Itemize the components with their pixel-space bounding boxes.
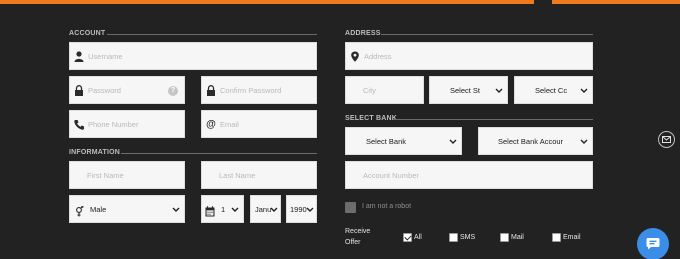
username-field[interactable]	[69, 42, 317, 70]
chevron-down-icon	[270, 207, 278, 212]
chevron-down-icon	[580, 139, 588, 144]
address-heading-rule	[381, 34, 593, 35]
state-select[interactable]: Select St	[429, 76, 508, 104]
bank-section-heading: SELECT BANK	[345, 115, 593, 122]
chat-button[interactable]	[637, 228, 669, 259]
day-value: 1	[221, 205, 226, 214]
receive-offer-label: Receive Offer	[345, 226, 370, 248]
username-input[interactable]	[70, 43, 316, 69]
gender-select[interactable]: Male	[69, 195, 185, 223]
offer-all-label: All	[414, 234, 422, 241]
information-section-heading: INFORMATION	[69, 149, 317, 156]
chevron-down-icon	[495, 88, 503, 93]
city-input[interactable]	[346, 77, 423, 103]
information-heading-rule	[121, 153, 317, 154]
password-input[interactable]	[70, 77, 184, 103]
first-name-input[interactable]	[70, 162, 184, 188]
top-bar-notch	[534, 0, 552, 4]
chevron-down-icon	[306, 207, 314, 212]
offer-sms-label: SMS	[460, 234, 476, 241]
chevron-down-icon	[449, 139, 457, 144]
chevron-down-icon	[580, 88, 588, 93]
offer-email-label: Email	[563, 234, 581, 241]
confirm-password-field[interactable]	[201, 76, 317, 104]
phone-input[interactable]	[70, 111, 184, 137]
information-heading-text: INFORMATION	[69, 149, 121, 156]
password-field[interactable]: ?	[69, 76, 185, 104]
address-section-heading: ADDRESS	[345, 30, 593, 37]
bank-heading-rule	[393, 119, 593, 120]
captcha-checkbox[interactable]	[345, 202, 356, 213]
email-input[interactable]	[202, 111, 316, 137]
month-select[interactable]: Janu	[250, 195, 281, 223]
first-name-field[interactable]	[69, 161, 185, 189]
account-heading-rule	[107, 34, 317, 35]
offer-email-checkbox[interactable]	[552, 233, 561, 242]
year-select[interactable]: 1990	[286, 195, 317, 223]
phone-field[interactable]	[69, 110, 185, 138]
bank-value: Select Bank	[366, 137, 407, 146]
country-select[interactable]: Select Cc	[514, 76, 593, 104]
country-value: Select Cc	[535, 86, 568, 95]
account-number-field[interactable]	[345, 161, 593, 189]
confirm-password-input[interactable]	[202, 77, 316, 103]
password-help-icon[interactable]: ?	[168, 86, 178, 96]
chat-icon	[646, 238, 660, 250]
address-field[interactable]	[345, 42, 593, 70]
receive-offer-label-line2: Offer	[345, 239, 361, 246]
chevron-down-icon	[172, 207, 180, 212]
account-heading-text: ACCOUNT	[69, 30, 106, 37]
city-field[interactable]	[345, 76, 424, 104]
gender-icon	[74, 204, 84, 217]
offer-all-checkbox[interactable]	[403, 233, 412, 242]
offer-sms-checkbox[interactable]	[449, 233, 458, 242]
top-accent-bar	[0, 0, 680, 4]
mail-icon	[662, 136, 671, 143]
bank-account-value: Select Bank Accour	[498, 137, 564, 146]
offer-mail-label: Mail	[511, 234, 524, 241]
last-name-input[interactable]	[202, 162, 316, 188]
receive-offer-label-line1: Receive	[345, 228, 371, 235]
last-name-field[interactable]	[201, 161, 317, 189]
bank-select[interactable]: Select Bank	[345, 127, 462, 155]
bank-account-select[interactable]: Select Bank Accour	[478, 127, 593, 155]
account-section-heading: ACCOUNT	[69, 30, 317, 37]
offer-mail-checkbox[interactable]	[500, 233, 509, 242]
address-input[interactable]	[346, 43, 592, 69]
state-value: Select St	[450, 86, 481, 95]
day-select[interactable]: 1	[201, 195, 244, 223]
address-heading-text: ADDRESS	[345, 30, 381, 37]
side-mail-button[interactable]	[658, 131, 675, 148]
chevron-down-icon	[231, 207, 239, 212]
account-number-input[interactable]	[346, 162, 592, 188]
calendar-icon	[205, 204, 215, 217]
captcha-label: I am not a robot	[362, 203, 412, 210]
bank-heading-text: SELECT BANK	[345, 115, 397, 122]
email-field[interactable]: @	[201, 110, 317, 138]
month-value: Janu	[255, 205, 271, 214]
gender-value: Male	[90, 205, 107, 214]
